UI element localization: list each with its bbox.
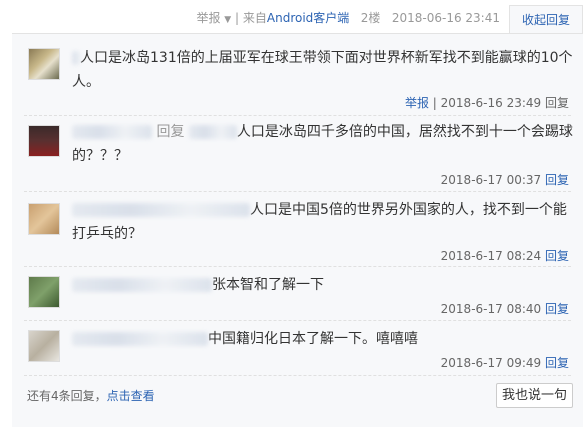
reply-text: 中国籍归化日本了解一下。嘻嘻嘻 <box>208 331 418 347</box>
blurred-username <box>72 125 152 139</box>
reply-content: 回复 人口是冰岛四千多倍的中国，居然找不到十一个会踢球的？？？ <box>72 120 573 168</box>
reply-button[interactable]: 回复 <box>545 249 569 263</box>
report-link[interactable]: 举报 <box>405 96 429 110</box>
reply-meta: 2018-6-17 08:40 回复 <box>441 300 569 317</box>
meta-separator: | <box>235 11 243 25</box>
reply-content: 张本智和了解一下 <box>72 273 573 297</box>
from-label: 来自 <box>242 11 267 25</box>
blurred-username <box>72 332 208 346</box>
reply-meta: 2018-6-17 00:37 回复 <box>441 171 569 188</box>
reply-text: 人口是冰岛131倍的上届亚军在球王带领下面对世界杯新军找不到能赢球的10个人。 <box>72 50 573 90</box>
reply-item: 中国籍归化日本了解一下。嘻嘻嘻 2018-6-17 09:49 回复 <box>12 321 583 376</box>
report-link[interactable]: 举报 <box>196 11 220 25</box>
reply-button[interactable]: 回复 <box>545 302 569 316</box>
add-reply-button[interactable]: 我也说一句 <box>496 383 573 408</box>
reply-meta: 举报 | 2018-6-16 23:49 回复 <box>404 96 569 110</box>
reply-panel: 人口是冰岛131倍的上届亚军在球王带领下面对世界杯新军找不到能赢球的10个人。 … <box>12 33 583 427</box>
reply-time: 2018-6-16 23:49 <box>440 96 542 110</box>
reply-time: 2018-6-17 08:40 <box>440 302 542 316</box>
reply-time: 2018-6-17 09:49 <box>440 356 542 370</box>
reply-item: 人口是中国5倍的世界另外国家的人，找不到一个能打乒乓的？ 2018-6-17 0… <box>12 192 583 264</box>
avatar[interactable] <box>28 125 60 157</box>
avatar[interactable] <box>28 330 60 362</box>
reply-to-label: 回复 <box>156 124 185 140</box>
dropdown-icon[interactable]: ▼ <box>224 15 231 25</box>
reply-text: 张本智和了解一下 <box>212 277 324 293</box>
reply-item: 张本智和了解一下 2018-6-17 08:40 回复 <box>12 267 583 322</box>
post-meta: 举报 ▼ | 来自Android客户端 2楼 2018-06-16 23:41 <box>196 9 500 26</box>
blurred-username <box>72 278 212 292</box>
view-more-link[interactable]: 点击查看 <box>107 389 155 403</box>
reply-button[interactable]: 回复 <box>545 96 569 110</box>
collapse-replies-button[interactable]: 收起回复 <box>509 5 583 34</box>
divider <box>24 375 571 376</box>
reply-meta: 2018-6-17 08:24 回复 <box>441 247 569 264</box>
avatar[interactable] <box>28 48 60 80</box>
more-replies-count: 还有4条回复， <box>27 389 107 403</box>
reply-content: 中国籍归化日本了解一下。嘻嘻嘻 <box>72 327 573 351</box>
more-replies: 还有4条回复，点击查看 <box>27 387 155 404</box>
blurred-username <box>72 51 80 65</box>
reply-item: 人口是冰岛131倍的上届亚军在球王带领下面对世界杯新军找不到能赢球的10个人。 … <box>12 34 583 112</box>
reply-meta: 2018-6-17 09:49 回复 <box>441 354 569 371</box>
client-link[interactable]: Android客户端 <box>267 11 349 25</box>
avatar[interactable] <box>28 276 60 308</box>
reply-button[interactable]: 回复 <box>545 173 569 187</box>
reply-item: 回复 人口是冰岛四千多倍的中国，居然找不到十一个会踢球的？？？ 2018-6-1… <box>12 116 583 188</box>
avatar[interactable] <box>28 203 60 235</box>
reply-time: 2018-6-17 08:24 <box>440 249 542 263</box>
floor-number: 2楼 <box>360 11 381 25</box>
post-info-bar: 举报 ▼ | 来自Android客户端 2楼 2018-06-16 23:41 … <box>0 0 583 34</box>
blurred-username <box>72 203 250 217</box>
reply-button[interactable]: 回复 <box>545 356 569 370</box>
blurred-username <box>188 125 237 139</box>
reply-content: 人口是中国5倍的世界另外国家的人，找不到一个能打乒乓的？ <box>72 198 573 246</box>
post-datetime: 2018-06-16 23:41 <box>391 11 500 25</box>
reply-content: 人口是冰岛131倍的上届亚军在球王带领下面对世界杯新军找不到能赢球的10个人。 <box>72 46 573 94</box>
reply-time: 2018-6-17 00:37 <box>440 173 542 187</box>
